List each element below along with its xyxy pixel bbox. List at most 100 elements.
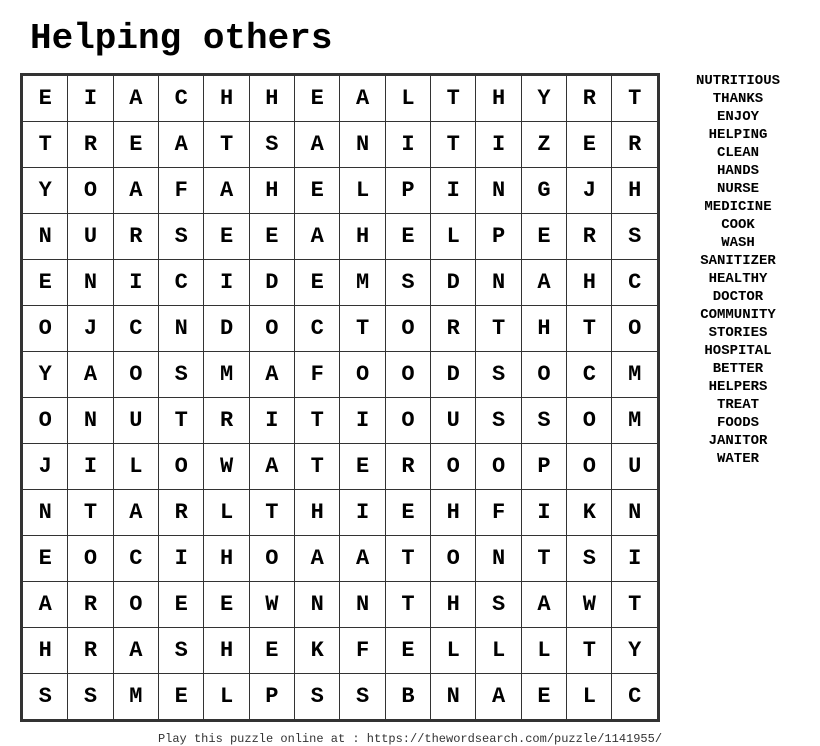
grid-cell[interactable]: N — [159, 306, 204, 352]
grid-cell[interactable]: A — [23, 582, 68, 628]
grid-cell[interactable]: A — [113, 628, 158, 674]
grid-cell[interactable]: I — [612, 536, 658, 582]
grid-cell[interactable]: E — [567, 122, 612, 168]
grid-cell[interactable]: Y — [23, 168, 68, 214]
grid-cell[interactable]: H — [431, 582, 476, 628]
grid-cell[interactable]: M — [204, 352, 249, 398]
grid-cell[interactable]: H — [295, 490, 340, 536]
grid-cell[interactable]: R — [567, 76, 612, 122]
grid-cell[interactable]: L — [431, 628, 476, 674]
grid-cell[interactable]: F — [340, 628, 385, 674]
grid-cell[interactable]: E — [23, 260, 68, 306]
grid-cell[interactable]: C — [612, 674, 658, 720]
grid-cell[interactable]: H — [431, 490, 476, 536]
grid-cell[interactable]: O — [612, 306, 658, 352]
grid-cell[interactable]: T — [476, 306, 521, 352]
grid-cell[interactable]: E — [295, 260, 340, 306]
grid-cell[interactable]: N — [340, 582, 385, 628]
grid-cell[interactable]: T — [567, 306, 612, 352]
grid-cell[interactable]: D — [249, 260, 294, 306]
grid-cell[interactable]: L — [385, 76, 430, 122]
grid-cell[interactable]: L — [204, 674, 249, 720]
grid-cell[interactable]: A — [295, 214, 340, 260]
grid-cell[interactable]: E — [249, 628, 294, 674]
grid-cell[interactable]: C — [612, 260, 658, 306]
grid-cell[interactable]: E — [385, 628, 430, 674]
grid-cell[interactable]: O — [431, 444, 476, 490]
grid-cell[interactable]: O — [431, 536, 476, 582]
grid-cell[interactable]: R — [159, 490, 204, 536]
grid-cell[interactable]: T — [385, 582, 430, 628]
grid-cell[interactable]: G — [521, 168, 566, 214]
grid-cell[interactable]: R — [68, 582, 113, 628]
grid-cell[interactable]: I — [385, 122, 430, 168]
grid-cell[interactable]: Z — [521, 122, 566, 168]
grid-cell[interactable]: R — [385, 444, 430, 490]
grid-cell[interactable]: C — [113, 306, 158, 352]
grid-cell[interactable]: C — [159, 76, 204, 122]
grid-cell[interactable]: O — [249, 536, 294, 582]
grid-cell[interactable]: S — [295, 674, 340, 720]
grid-cell[interactable]: S — [476, 582, 521, 628]
grid-cell[interactable]: I — [204, 260, 249, 306]
grid-cell[interactable]: S — [249, 122, 294, 168]
grid-cell[interactable]: T — [159, 398, 204, 444]
grid-cell[interactable]: E — [521, 674, 566, 720]
grid-cell[interactable]: A — [521, 582, 566, 628]
grid-cell[interactable]: I — [68, 76, 113, 122]
grid-cell[interactable]: E — [340, 444, 385, 490]
grid-cell[interactable]: N — [340, 122, 385, 168]
grid-cell[interactable]: U — [431, 398, 476, 444]
grid-cell[interactable]: H — [249, 168, 294, 214]
grid-cell[interactable]: N — [476, 536, 521, 582]
grid-cell[interactable]: N — [68, 398, 113, 444]
grid-cell[interactable]: A — [68, 352, 113, 398]
grid-cell[interactable]: S — [159, 214, 204, 260]
grid-cell[interactable]: T — [567, 628, 612, 674]
grid-cell[interactable]: T — [68, 490, 113, 536]
grid-cell[interactable]: O — [340, 352, 385, 398]
grid-cell[interactable]: A — [159, 122, 204, 168]
grid-cell[interactable]: C — [113, 536, 158, 582]
grid-cell[interactable]: S — [612, 214, 658, 260]
grid-cell[interactable]: L — [567, 674, 612, 720]
grid-cell[interactable]: K — [295, 628, 340, 674]
grid-cell[interactable]: D — [204, 306, 249, 352]
grid-cell[interactable]: N — [431, 674, 476, 720]
grid-cell[interactable]: T — [249, 490, 294, 536]
grid-cell[interactable]: S — [68, 674, 113, 720]
grid-cell[interactable]: U — [612, 444, 658, 490]
grid-cell[interactable]: T — [431, 122, 476, 168]
grid-cell[interactable]: S — [521, 398, 566, 444]
grid-cell[interactable]: T — [340, 306, 385, 352]
grid-cell[interactable]: W — [567, 582, 612, 628]
grid-cell[interactable]: O — [68, 536, 113, 582]
grid-cell[interactable]: N — [612, 490, 658, 536]
grid-cell[interactable]: L — [340, 168, 385, 214]
grid-cell[interactable]: S — [159, 628, 204, 674]
grid-cell[interactable]: O — [159, 444, 204, 490]
grid-cell[interactable]: O — [113, 352, 158, 398]
grid-cell[interactable]: H — [567, 260, 612, 306]
grid-cell[interactable]: P — [385, 168, 430, 214]
grid-cell[interactable]: E — [385, 490, 430, 536]
grid-cell[interactable]: U — [113, 398, 158, 444]
grid-cell[interactable]: J — [23, 444, 68, 490]
grid-cell[interactable]: J — [68, 306, 113, 352]
grid-cell[interactable]: E — [23, 76, 68, 122]
grid-cell[interactable]: S — [23, 674, 68, 720]
grid-cell[interactable]: R — [68, 628, 113, 674]
grid-cell[interactable]: A — [295, 122, 340, 168]
grid-cell[interactable]: O — [385, 352, 430, 398]
grid-cell[interactable]: T — [204, 122, 249, 168]
grid-cell[interactable]: C — [295, 306, 340, 352]
grid-cell[interactable]: N — [476, 168, 521, 214]
grid-cell[interactable]: E — [204, 214, 249, 260]
grid-cell[interactable]: N — [476, 260, 521, 306]
grid-cell[interactable]: I — [476, 122, 521, 168]
grid-cell[interactable]: A — [113, 76, 158, 122]
grid-cell[interactable]: P — [476, 214, 521, 260]
grid-cell[interactable]: T — [23, 122, 68, 168]
grid-cell[interactable]: N — [23, 214, 68, 260]
grid-cell[interactable]: H — [249, 76, 294, 122]
